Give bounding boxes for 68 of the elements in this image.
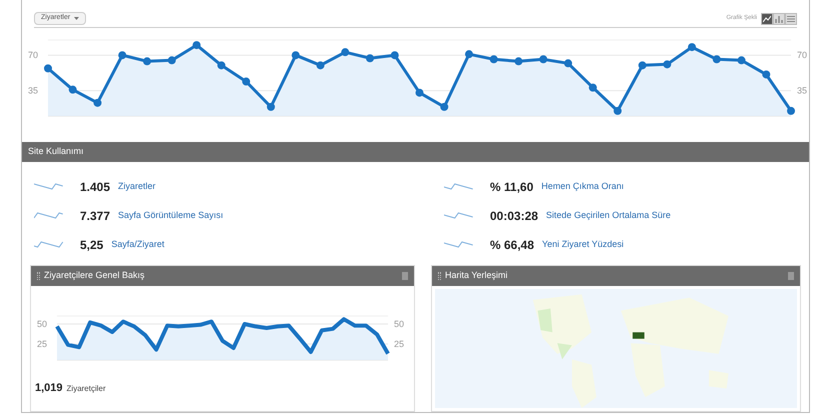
point	[242, 78, 250, 86]
panel-title: Site Kullanımı	[28, 145, 84, 158]
point	[638, 61, 646, 70]
metric-value: % 66,48	[490, 236, 534, 254]
panel-title: Harita Yerleşimi	[445, 269, 508, 282]
metric-link[interactable]: Hemen Çıkma Oranı	[541, 180, 624, 194]
metric-value: 00:03:28	[490, 208, 538, 224]
metric-link[interactable]: Yeni Ziyaret Yüzdesi	[542, 238, 624, 252]
axis-label: 70	[28, 50, 38, 60]
point	[614, 106, 622, 115]
point	[787, 106, 795, 115]
point	[514, 57, 523, 66]
point	[390, 51, 399, 60]
point	[588, 84, 597, 92]
sparkline-icon	[34, 180, 64, 192]
bar-view-button[interactable]	[773, 12, 785, 24]
grip-icon[interactable]	[37, 272, 40, 280]
sparkline-icon	[444, 238, 474, 250]
metric-value: 5,25	[80, 236, 104, 254]
point	[737, 56, 746, 64]
point	[688, 43, 696, 52]
line-view-button[interactable]	[761, 12, 773, 24]
sparkline-icon	[444, 210, 474, 222]
axis-label: 25	[394, 339, 404, 349]
point	[292, 51, 300, 60]
point	[490, 55, 498, 64]
axis-label: 50	[394, 319, 404, 329]
point	[44, 64, 52, 72]
metric-value: 7.377	[80, 208, 110, 224]
point	[217, 61, 226, 70]
metric-link[interactable]: Sayfa/Ziyaret	[111, 238, 164, 252]
point	[341, 48, 350, 56]
sparkline-icon	[444, 180, 474, 192]
point	[712, 55, 721, 64]
point	[440, 102, 448, 111]
total-value: 1,019	[35, 381, 63, 396]
point	[118, 51, 126, 60]
axis-label: 70	[797, 50, 808, 60]
metric-value: % 11,60	[490, 178, 534, 196]
point	[94, 98, 102, 107]
point	[143, 57, 152, 66]
axis-label: 35	[28, 86, 38, 96]
axis-label: 50	[37, 319, 48, 329]
point	[465, 50, 474, 58]
panel-title: Ziyaretçilere Genel Bakış	[44, 269, 145, 282]
caret-icon	[74, 17, 80, 20]
axis-label: 35	[797, 86, 808, 96]
grip-icon[interactable]	[438, 272, 441, 280]
metric-link[interactable]: Sayfa Görüntüleme Sayısı	[118, 208, 224, 222]
point	[316, 61, 324, 70]
point	[168, 56, 176, 64]
metric-value: 1.405	[80, 178, 110, 196]
table-view-button[interactable]	[785, 12, 797, 24]
axis-label: 25	[37, 339, 48, 349]
point	[68, 86, 77, 94]
point	[266, 102, 275, 111]
point	[564, 59, 572, 68]
total-label: Ziyaretçiler	[66, 383, 106, 395]
point	[192, 41, 201, 50]
sparkline-icon	[34, 238, 64, 250]
point	[663, 60, 672, 68]
point	[539, 55, 548, 64]
point	[762, 70, 770, 78]
point	[416, 88, 424, 97]
metric-link[interactable]: Sitede Geçirilen Ortalama Süre	[546, 208, 671, 222]
metric-link[interactable]: Ziyaretler	[118, 180, 156, 194]
point	[366, 54, 374, 62]
sparkline-icon	[34, 210, 64, 222]
